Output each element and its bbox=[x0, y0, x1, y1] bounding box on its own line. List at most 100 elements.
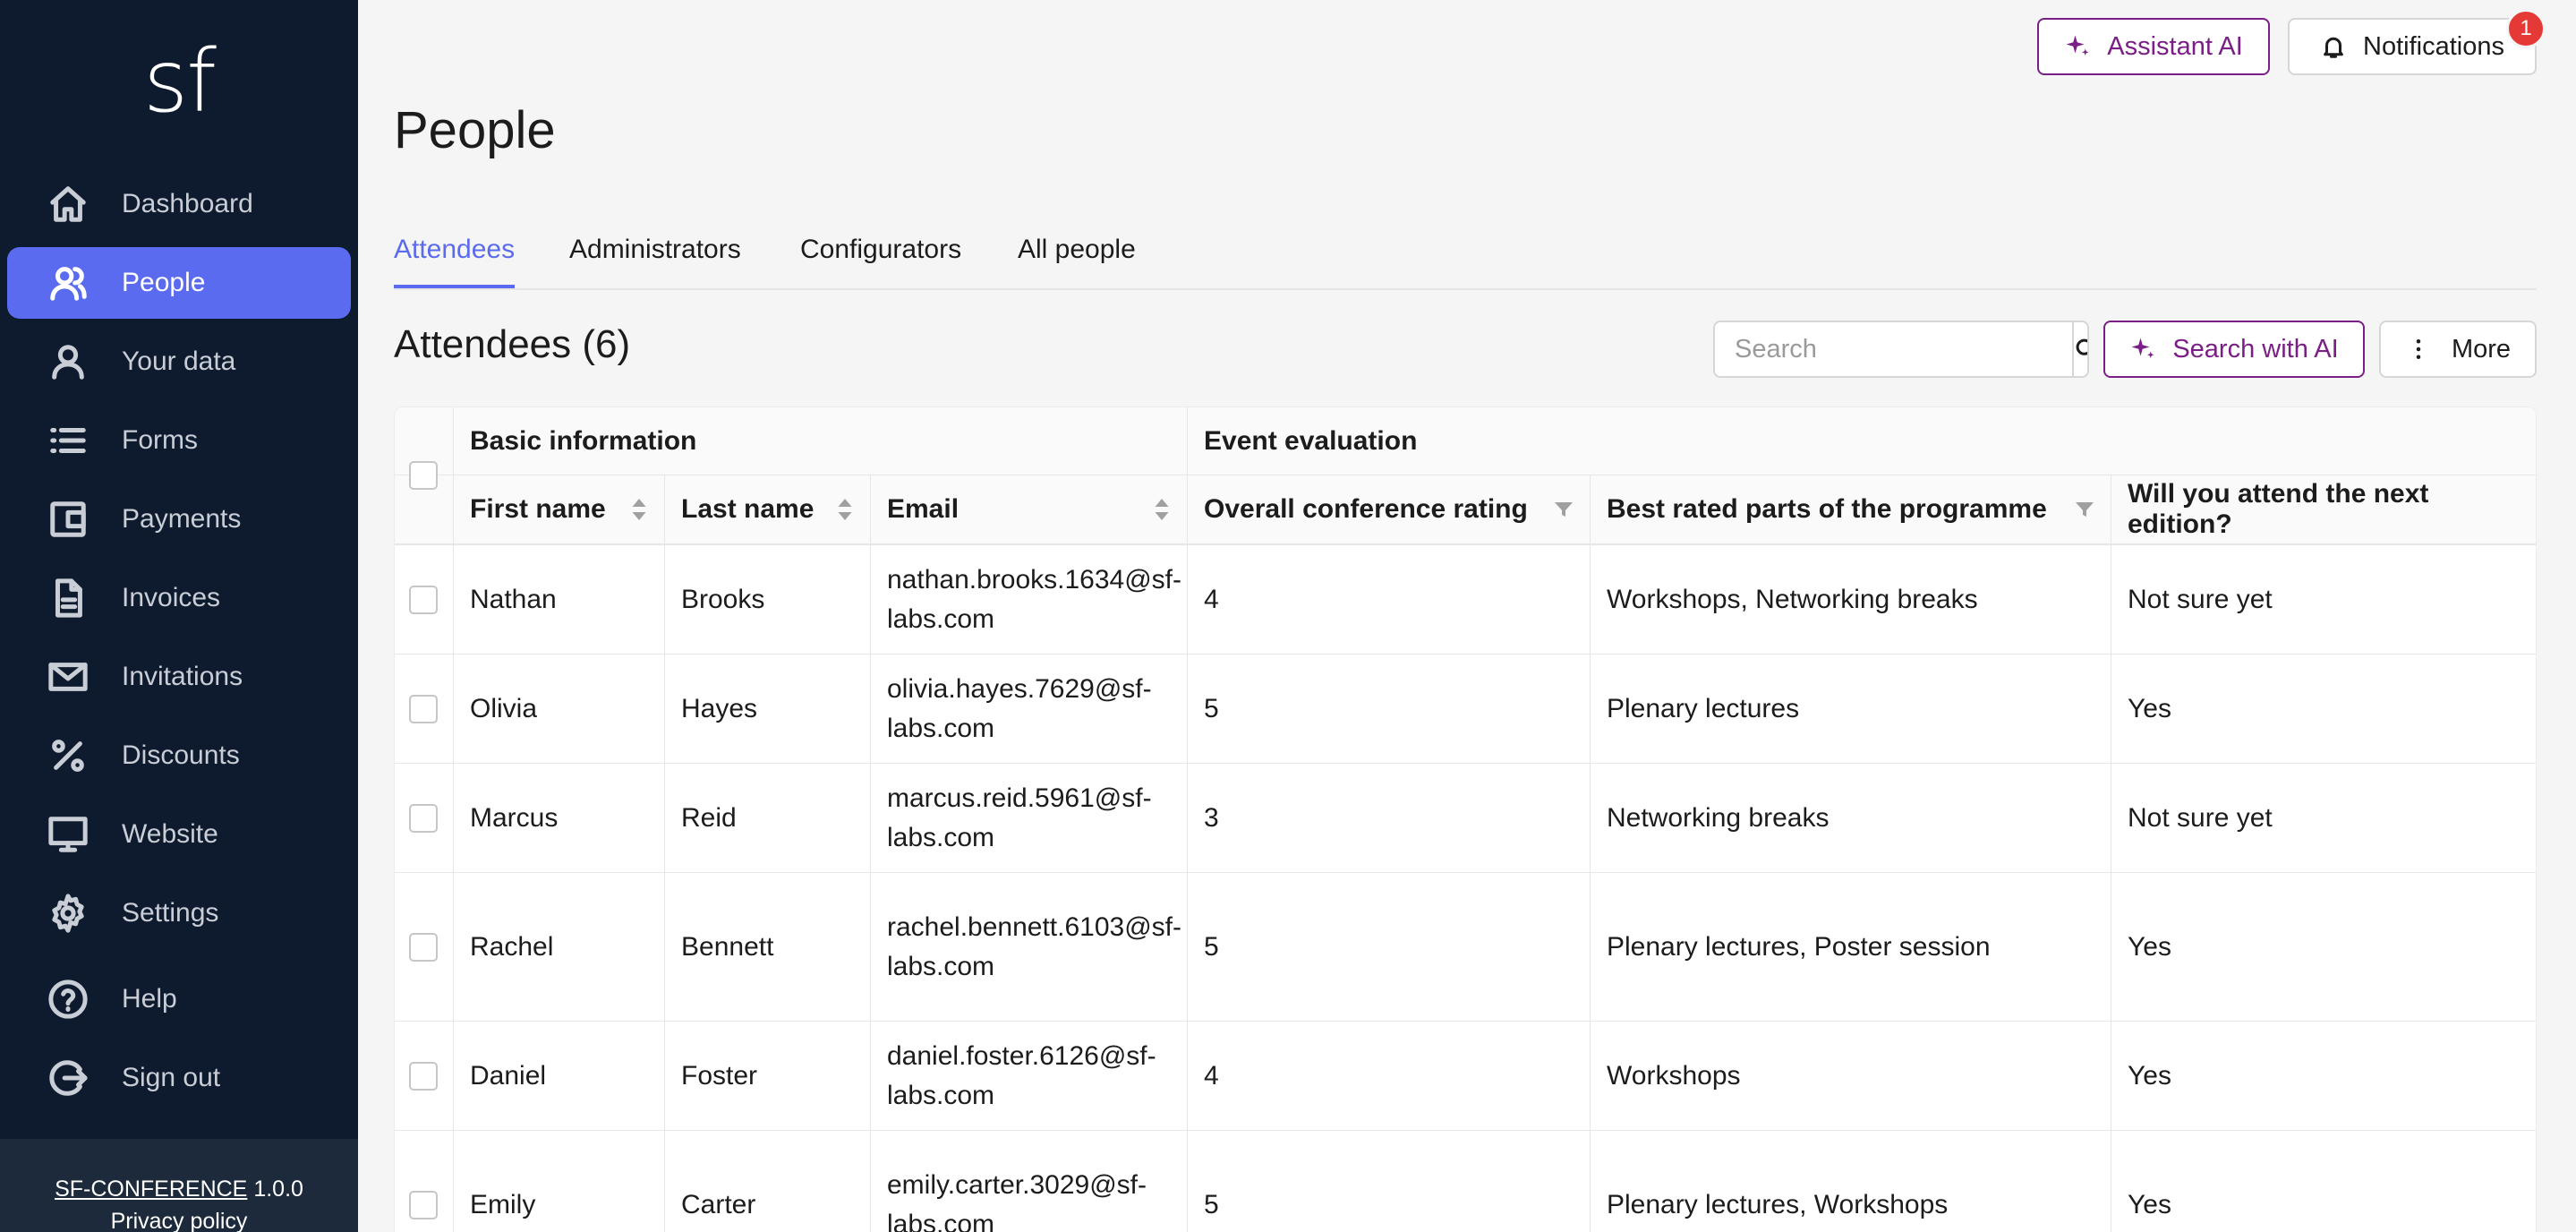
row-checkbox[interactable] bbox=[409, 586, 438, 614]
sort-icon[interactable] bbox=[1154, 496, 1170, 523]
search-button[interactable] bbox=[2072, 322, 2087, 376]
sidebar-item-forms[interactable]: Forms bbox=[7, 405, 351, 476]
cell-first-name: Marcus bbox=[470, 802, 559, 833]
row-checkbox[interactable] bbox=[409, 695, 438, 723]
app-logo[interactable]: sf bbox=[0, 32, 358, 131]
tab-administrators[interactable]: Administrators bbox=[569, 235, 741, 285]
search-with-ai-button[interactable]: Search with AI bbox=[2103, 321, 2365, 378]
column-header-next-edition[interactable]: Will you attend the next edition? bbox=[2111, 475, 2536, 543]
row-checkbox[interactable] bbox=[409, 1191, 438, 1219]
column-header-email[interactable]: Email bbox=[871, 475, 1188, 543]
sidebar-item-label: Website bbox=[122, 819, 218, 849]
row-checkbox[interactable] bbox=[409, 933, 438, 962]
app-name-link[interactable]: SF-CONFERENCE bbox=[55, 1176, 247, 1202]
cell-overall-rating: 4 bbox=[1204, 584, 1219, 614]
column-label: Overall conference rating bbox=[1204, 494, 1528, 524]
email-line: labs.com bbox=[887, 951, 995, 981]
cell-best-rated-parts: Workshops, Networking breaks bbox=[1607, 584, 1978, 614]
sort-icon[interactable] bbox=[631, 496, 647, 523]
sidebar-footer: SF-CONFERENCE 1.0.0 Privacy policy bbox=[0, 1139, 358, 1232]
cell-next-edition: Yes bbox=[2128, 1060, 2171, 1091]
column-header-last-name[interactable]: Last name bbox=[665, 475, 871, 543]
row-checkbox[interactable] bbox=[409, 804, 438, 833]
assistant-ai-button[interactable]: Assistant AI bbox=[2037, 18, 2270, 75]
sidebar-item-invitations[interactable]: Invitations bbox=[7, 641, 351, 713]
email-line: rachel.bennett.6103@sf- bbox=[887, 911, 1181, 942]
home-icon bbox=[43, 179, 93, 229]
select-all-checkbox[interactable] bbox=[409, 461, 438, 490]
row-checkbox[interactable] bbox=[409, 1062, 438, 1091]
table-row[interactable]: Emily Carter emily.carter.3029@sf-labs.com… bbox=[395, 1131, 2536, 1232]
people-tabs: Attendees Administrators Configurators A… bbox=[394, 222, 2537, 290]
email-line: labs.com bbox=[887, 822, 995, 852]
email-line: marcus.reid.5961@sf- bbox=[887, 783, 1152, 813]
email-line: nathan.brooks.1634@sf- bbox=[887, 564, 1181, 595]
table-row[interactable]: Nathan Brooks nathan.brooks.1634@sf-labs.c… bbox=[395, 545, 2536, 654]
sidebar-item-website[interactable]: Website bbox=[7, 799, 351, 870]
app-version: 1.0.0 bbox=[253, 1176, 303, 1202]
column-header-best-rated-parts[interactable]: Best rated parts of the programme bbox=[1591, 475, 2111, 543]
tab-attendees[interactable]: Attendees bbox=[394, 235, 516, 288]
cell-best-rated-parts: Plenary lectures, Workshops bbox=[1607, 1189, 1949, 1219]
filter-icon[interactable] bbox=[1553, 499, 1574, 520]
sidebar: sf Dashboard People Your data Forms Paym… bbox=[0, 0, 358, 1232]
notifications-button[interactable]: Notifications 1 bbox=[2288, 9, 2546, 75]
table-row[interactable]: Rachel Bennett rachel.bennett.6103@sf-labs… bbox=[395, 873, 2536, 1022]
cell-best-rated-parts: Networking breaks bbox=[1607, 802, 1830, 833]
sidebar-item-help[interactable]: Help bbox=[7, 963, 351, 1035]
list-icon bbox=[43, 415, 93, 466]
cell-last-name: Reid bbox=[681, 802, 737, 833]
sidebar-item-settings[interactable]: Settings bbox=[7, 877, 351, 949]
table-row[interactable]: Olivia Hayes olivia.hayes.7629@sf-labs.com… bbox=[395, 654, 2536, 764]
table-row[interactable]: Marcus Reid marcus.reid.5961@sf-labs.com 3 N… bbox=[395, 764, 2536, 873]
cell-best-rated-parts: Plenary lectures, Poster session bbox=[1607, 931, 1991, 962]
cell-first-name: Rachel bbox=[470, 931, 554, 962]
tab-all-people[interactable]: All people bbox=[1018, 235, 1136, 285]
help-icon bbox=[43, 974, 93, 1024]
table-row[interactable]: Daniel Foster daniel.foster.6126@sf-labs.c… bbox=[395, 1022, 2536, 1131]
people-icon bbox=[43, 258, 93, 308]
cell-last-name: Carter bbox=[681, 1189, 756, 1219]
column-label: Last name bbox=[681, 494, 815, 524]
sort-icon[interactable] bbox=[837, 496, 853, 523]
column-header-first-name[interactable]: First name bbox=[454, 475, 665, 543]
sidebar-item-label: Invitations bbox=[122, 662, 243, 691]
sidebar-item-invoices[interactable]: Invoices bbox=[7, 562, 351, 634]
more-vertical-icon bbox=[2405, 336, 2432, 363]
group-event-evaluation: Event evaluation bbox=[1204, 425, 1418, 456]
cell-last-name: Hayes bbox=[681, 693, 758, 723]
column-header-overall-rating[interactable]: Overall conference rating bbox=[1188, 475, 1591, 543]
sidebar-item-label: Dashboard bbox=[122, 189, 253, 218]
email-line: olivia.hayes.7629@sf- bbox=[887, 673, 1152, 704]
sidebar-item-dashboard[interactable]: Dashboard bbox=[7, 168, 351, 240]
sidebar-item-your-data[interactable]: Your data bbox=[7, 326, 351, 398]
cell-overall-rating: 4 bbox=[1204, 1060, 1219, 1091]
assistant-ai-label: Assistant AI bbox=[2107, 31, 2243, 61]
sparkle-icon bbox=[2064, 33, 2091, 60]
document-icon bbox=[43, 573, 93, 623]
cell-next-edition: Yes bbox=[2128, 931, 2171, 962]
cell-next-edition: Not sure yet bbox=[2128, 584, 2273, 614]
cell-next-edition: Not sure yet bbox=[2128, 802, 2273, 833]
search-box bbox=[1713, 321, 2089, 378]
filter-icon[interactable] bbox=[2074, 499, 2095, 520]
sidebar-item-people[interactable]: People bbox=[7, 247, 351, 319]
email-line: labs.com bbox=[887, 1209, 995, 1232]
cell-overall-rating: 5 bbox=[1204, 693, 1219, 723]
more-button[interactable]: More bbox=[2379, 321, 2537, 378]
cell-email: olivia.hayes.7629@sf-labs.com bbox=[871, 654, 1188, 763]
cell-email: marcus.reid.5961@sf-labs.com bbox=[871, 764, 1188, 872]
group-basic-information: Basic information bbox=[470, 425, 697, 456]
mail-icon bbox=[43, 652, 93, 702]
search-input[interactable] bbox=[1715, 322, 2072, 376]
sidebar-item-discounts[interactable]: Discounts bbox=[7, 720, 351, 791]
sidebar-item-payments[interactable]: Payments bbox=[7, 483, 351, 555]
tab-configurators[interactable]: Configurators bbox=[800, 235, 961, 285]
section-title: Attendees (6) bbox=[394, 322, 631, 366]
table-header: First name Last name Email Overall confe… bbox=[395, 475, 2536, 545]
sidebar-item-sign-out[interactable]: Sign out bbox=[7, 1042, 351, 1114]
privacy-policy-link[interactable]: Privacy policy bbox=[0, 1205, 358, 1232]
notifications-badge: 1 bbox=[2506, 9, 2546, 48]
search-icon bbox=[2076, 338, 2087, 355]
search-with-ai-label: Search with AI bbox=[2172, 334, 2339, 364]
